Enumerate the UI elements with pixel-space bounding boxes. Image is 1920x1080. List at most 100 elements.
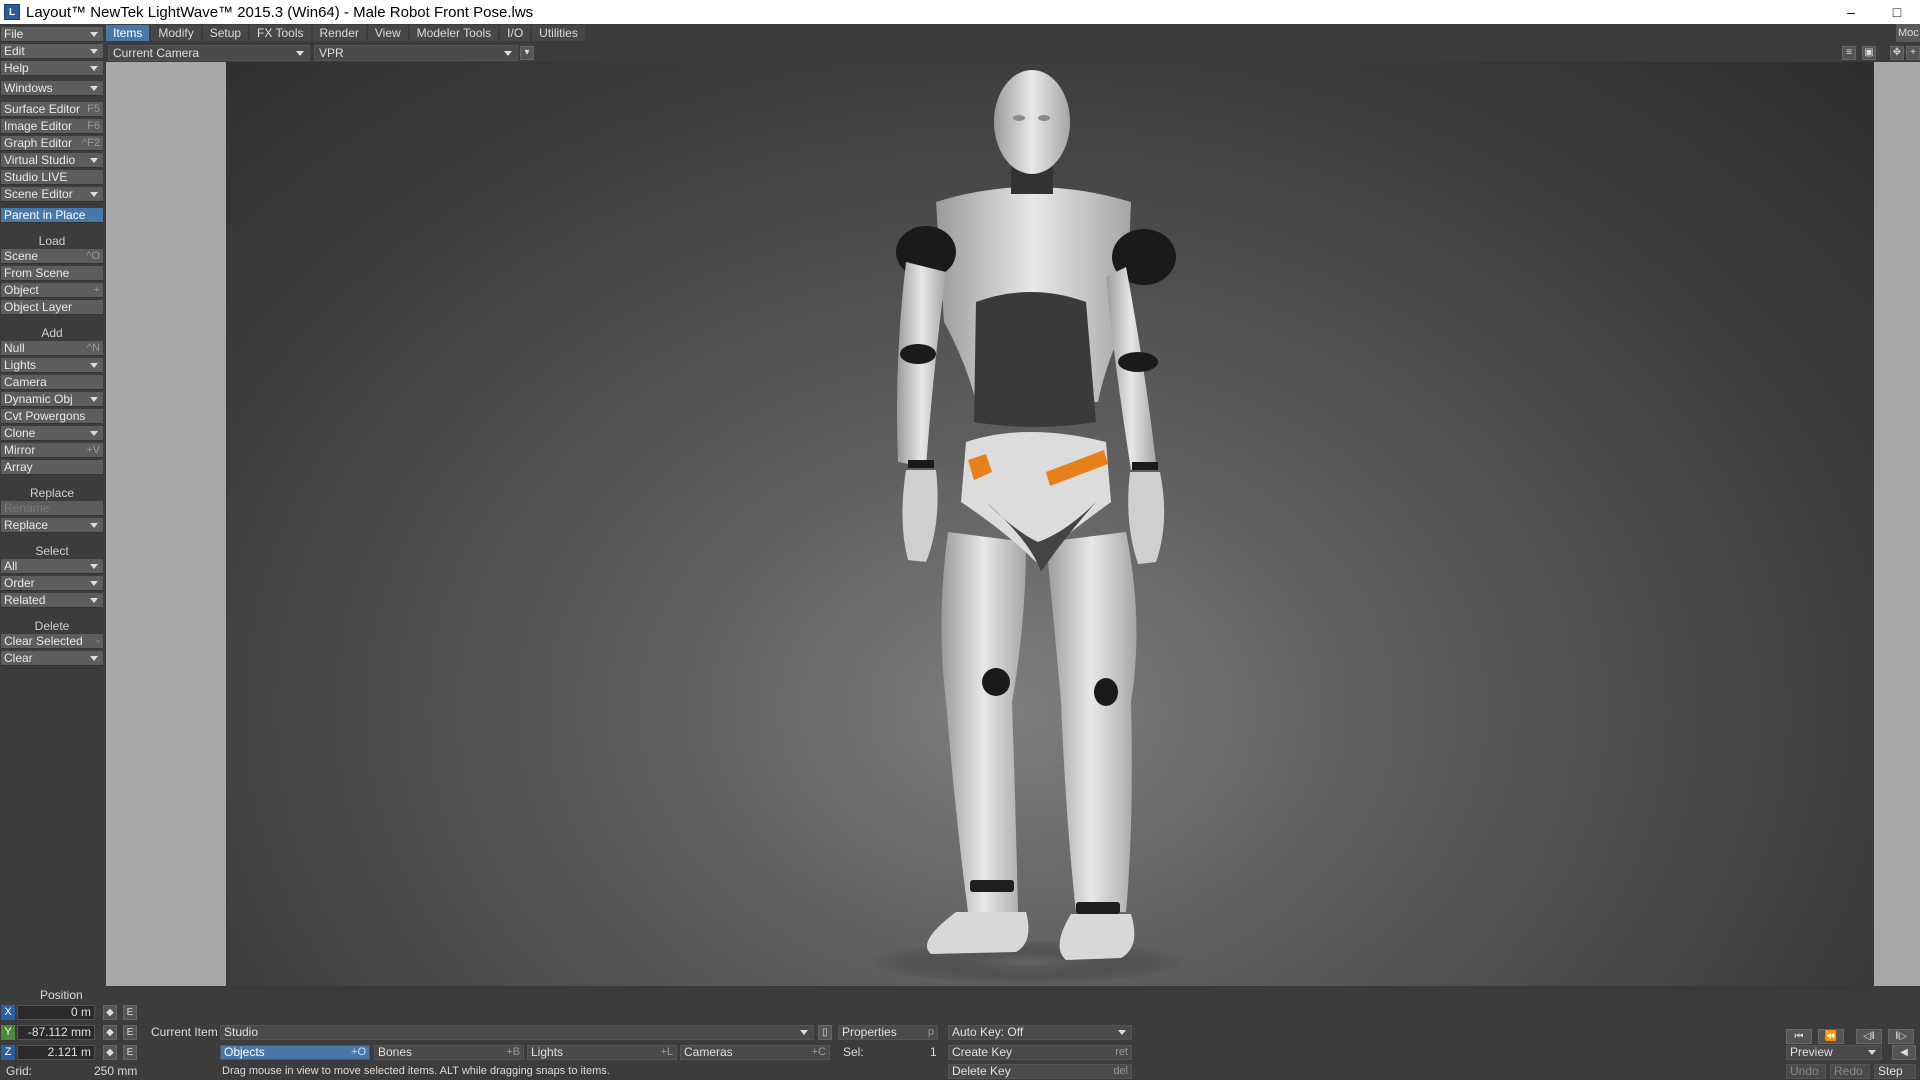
add-camera-button[interactable]: Camera	[1, 375, 103, 390]
scene-editor-menu[interactable]: Scene Editor	[1, 187, 103, 202]
bones-mode-label: Bones	[378, 1045, 413, 1059]
add-lights-menu[interactable]: Lights	[1, 358, 103, 373]
render-mode-select[interactable]: VPR	[314, 45, 518, 61]
y-step-icon[interactable]: ◆	[103, 1025, 117, 1040]
item-pick-icon[interactable]: ▯	[818, 1025, 832, 1040]
cameras-mode-label: Cameras	[684, 1045, 733, 1059]
array-label: Array	[4, 460, 33, 474]
robot-left-ankle-band	[970, 880, 1014, 892]
image-editor-label: Image Editor	[4, 119, 73, 133]
viewport-move-icon[interactable]: ✥	[1890, 46, 1904, 60]
surface-editor-button[interactable]: Surface Editor F5	[1, 102, 103, 117]
select-order-label: Order	[4, 576, 35, 590]
redo-button[interactable]: Redo	[1830, 1064, 1870, 1079]
studio-live-button[interactable]: Studio LIVE	[1, 170, 103, 185]
clear-menu[interactable]: Clear	[1, 651, 103, 666]
help-menu[interactable]: Help	[1, 61, 103, 76]
load-object-layer-button[interactable]: Object Layer	[1, 300, 103, 315]
viewport-options-icon[interactable]: ▾	[520, 46, 534, 60]
z-envelope-button[interactable]: E	[123, 1045, 137, 1060]
bones-mode-button[interactable]: Bones +B	[374, 1045, 524, 1060]
grid-label: Grid:	[6, 1064, 33, 1078]
cvt-powergons-button[interactable]: Cvt Powergons	[1, 409, 103, 424]
chevron-down-icon	[504, 51, 512, 56]
robot-right-hand	[1128, 472, 1165, 564]
load-from-scene-label: From Scene	[4, 266, 70, 280]
chevron-down-icon	[90, 581, 98, 586]
play-forward-icon[interactable]: ‖▷	[1888, 1029, 1914, 1044]
main-menu-tabs: Items Modify Setup FX Tools Render View …	[106, 24, 1920, 42]
step-button[interactable]: Step	[1874, 1064, 1916, 1079]
tab-items[interactable]: Items	[106, 25, 150, 41]
create-key-shortcut: ret	[1115, 1046, 1128, 1058]
preview-menu[interactable]: Preview	[1786, 1045, 1882, 1060]
mirror-button[interactable]: Mirror +V	[1, 443, 103, 458]
lightwave-app-icon: L	[4, 4, 20, 20]
load-object-layer-label: Object Layer	[4, 300, 73, 314]
viewport-zoom-icon[interactable]: +	[1906, 46, 1920, 60]
lights-mode-button[interactable]: Lights +L	[527, 1045, 677, 1060]
tab-io[interactable]: I/O	[500, 25, 531, 41]
windows-menu[interactable]: Windows	[1, 81, 103, 96]
cameras-mode-button[interactable]: Cameras +C	[680, 1045, 830, 1060]
clone-menu[interactable]: Clone	[1, 426, 103, 441]
tab-fx-tools[interactable]: FX Tools	[250, 25, 311, 41]
3d-viewport[interactable]	[226, 62, 1874, 986]
tab-view[interactable]: View	[367, 25, 408, 41]
chevron-down-icon	[90, 598, 98, 603]
undo-button[interactable]: Undo	[1786, 1064, 1826, 1079]
load-scene-button[interactable]: Scene ^O	[1, 249, 103, 264]
delete-key-button[interactable]: Delete Key del	[948, 1064, 1132, 1079]
select-order-menu[interactable]: Order	[1, 576, 103, 591]
scene-editor-label: Scene Editor	[4, 187, 73, 201]
tab-render[interactable]: Render	[312, 25, 366, 41]
modeler-button[interactable]: Moc	[1896, 24, 1920, 42]
create-key-button[interactable]: Create Key ret	[948, 1045, 1132, 1060]
auto-key-select[interactable]: Auto Key: Off	[948, 1025, 1132, 1040]
y-envelope-button[interactable]: E	[123, 1025, 137, 1040]
rename-label: Rename	[4, 501, 50, 515]
add-null-shortcut: ^N	[86, 342, 100, 354]
restore-icon[interactable]: □	[1874, 0, 1920, 24]
image-editor-button[interactable]: Image Editor F6	[1, 119, 103, 134]
z-step-icon[interactable]: ◆	[103, 1045, 117, 1060]
virtual-studio-menu[interactable]: Virtual Studio	[1, 153, 103, 168]
tab-setup[interactable]: Setup	[202, 25, 249, 41]
list-view-icon[interactable]: ≡	[1842, 46, 1856, 60]
tab-modeler-tools[interactable]: Modeler Tools	[409, 25, 499, 41]
edit-menu[interactable]: Edit	[1, 44, 103, 59]
position-x-field[interactable]: 0 m	[17, 1005, 95, 1020]
minimize-icon[interactable]: –	[1828, 0, 1874, 24]
parent-in-place-toggle[interactable]: Parent in Place	[1, 208, 103, 223]
add-null-button[interactable]: Null ^N	[1, 341, 103, 356]
go-to-start-icon[interactable]: ⏮	[1786, 1029, 1812, 1044]
properties-button[interactable]: Properties p	[838, 1025, 938, 1040]
select-related-menu[interactable]: Related	[1, 593, 103, 608]
step-back-icon[interactable]: ◁‖	[1856, 1029, 1882, 1044]
view-type-select[interactable]: Current Camera	[108, 45, 310, 61]
load-object-button[interactable]: Object +	[1, 283, 103, 298]
x-envelope-button[interactable]: E	[123, 1005, 137, 1020]
add-dynamic-obj-menu[interactable]: Dynamic Obj	[1, 392, 103, 407]
position-z-field[interactable]: 2.121 m	[17, 1045, 95, 1060]
array-button[interactable]: Array	[1, 460, 103, 475]
clear-selected-button[interactable]: Clear Selected -	[1, 634, 103, 649]
objects-mode-button[interactable]: Objects +O	[220, 1045, 370, 1060]
replace-menu[interactable]: Replace	[1, 518, 103, 533]
current-item-select[interactable]: Studio	[220, 1025, 814, 1040]
tab-modify[interactable]: Modify	[151, 25, 201, 41]
previous-key-icon[interactable]: ⏪	[1818, 1029, 1844, 1044]
file-menu[interactable]: File	[1, 27, 103, 42]
rename-button[interactable]: Rename	[1, 501, 103, 516]
viewport-maximize-icon[interactable]: ▣	[1862, 46, 1876, 60]
position-y-field[interactable]: -87.112 mm	[17, 1025, 95, 1040]
parent-in-place-label: Parent in Place	[4, 208, 86, 222]
robot-left-eye	[1013, 115, 1025, 121]
select-all-menu[interactable]: All	[1, 559, 103, 574]
floor-shadow	[868, 940, 1188, 984]
preview-play-icon[interactable]: ◀	[1892, 1045, 1916, 1060]
graph-editor-button[interactable]: Graph Editor ^F2	[1, 136, 103, 151]
load-from-scene-button[interactable]: From Scene	[1, 266, 103, 281]
x-step-icon[interactable]: ◆	[103, 1005, 117, 1020]
tab-utilities[interactable]: Utilities	[532, 25, 585, 41]
